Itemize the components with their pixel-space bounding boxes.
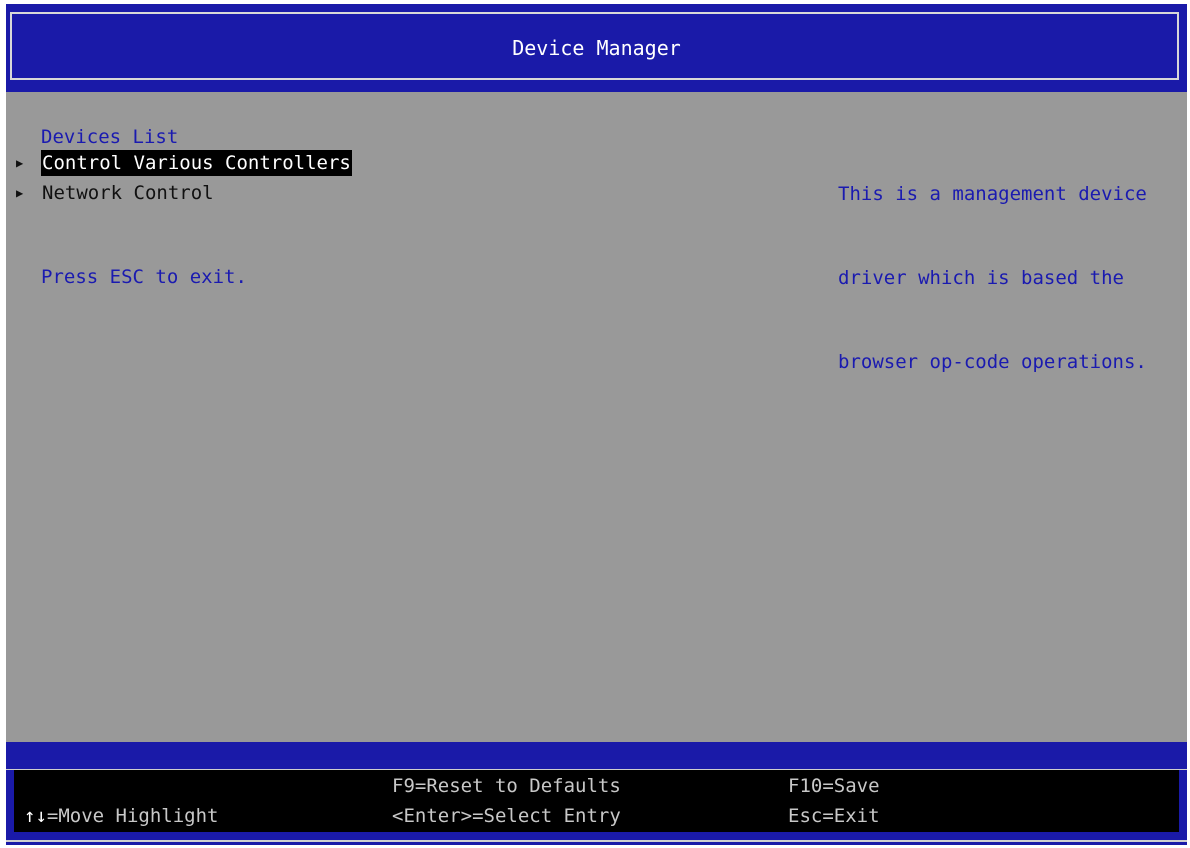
help-line: This is a management device [838, 183, 1147, 205]
triangle-right-icon: ▶ [16, 186, 24, 200]
page-title: Device Manager [512, 36, 681, 60]
section-title: Devices List [41, 126, 179, 148]
bios-window: Device Manager Devices List ▶ Control Var… [6, 4, 1187, 845]
move-highlight-hint: ↑↓=Move Highlight [24, 804, 218, 828]
key-help-bar: ↑↓=Move Highlight F9=Reset to Defaults <… [6, 742, 1187, 845]
exit-hint: Press ESC to exit. [41, 266, 247, 288]
menu-item-label: Control Various Controllers [41, 150, 352, 176]
reset-defaults-hint: F9=Reset to Defaults [392, 775, 621, 797]
exit-hint-footer: Esc=Exit [788, 805, 880, 827]
menu-item-label: Network Control [42, 182, 214, 204]
footer-bottom-border [6, 840, 1187, 842]
key-help-panel: ↑↓=Move Highlight F9=Reset to Defaults <… [14, 770, 1179, 832]
up-down-arrows-icon: ↑↓ [24, 805, 47, 827]
menu-item-network-control[interactable]: ▶ Network Control [16, 180, 215, 206]
help-line: driver which is based the [838, 267, 1124, 289]
menu-item-control-various-controllers[interactable]: ▶ Control Various Controllers [16, 150, 352, 176]
move-highlight-label: =Move Highlight [46, 805, 219, 827]
help-panel: This is a management device driver which… [838, 124, 1147, 432]
save-hint: F10=Save [788, 775, 880, 797]
content-area: Devices List ▶ Control Various Controller… [6, 92, 1187, 744]
triangle-right-icon: ▶ [16, 156, 24, 170]
select-entry-hint: <Enter>=Select Entry [392, 805, 621, 827]
title-bar: Device Manager [6, 4, 1187, 92]
help-line: browser op-code operations. [838, 351, 1147, 373]
